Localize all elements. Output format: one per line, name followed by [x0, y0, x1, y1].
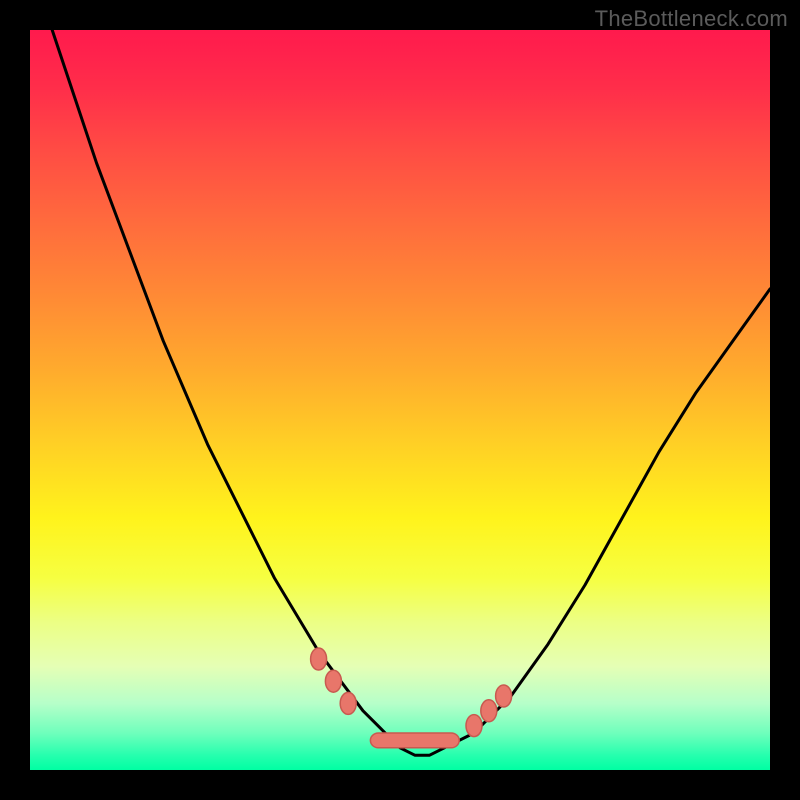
left-dot-3	[340, 692, 356, 714]
right-dot-2	[481, 700, 497, 722]
valley-bar	[370, 733, 459, 748]
chart-frame: TheBottleneck.com	[0, 0, 800, 800]
marker-layer	[311, 648, 512, 737]
valley-bar-layer	[370, 733, 459, 748]
left-dot-2	[325, 670, 341, 692]
curve-layer	[30, 0, 770, 755]
left-dot-1	[311, 648, 327, 670]
right-dot-1	[466, 715, 482, 737]
right-dot-3	[496, 685, 512, 707]
plot-svg	[30, 30, 770, 770]
attribution-label: TheBottleneck.com	[595, 6, 788, 32]
plot-area	[30, 30, 770, 770]
bottleneck-curve	[30, 0, 770, 755]
